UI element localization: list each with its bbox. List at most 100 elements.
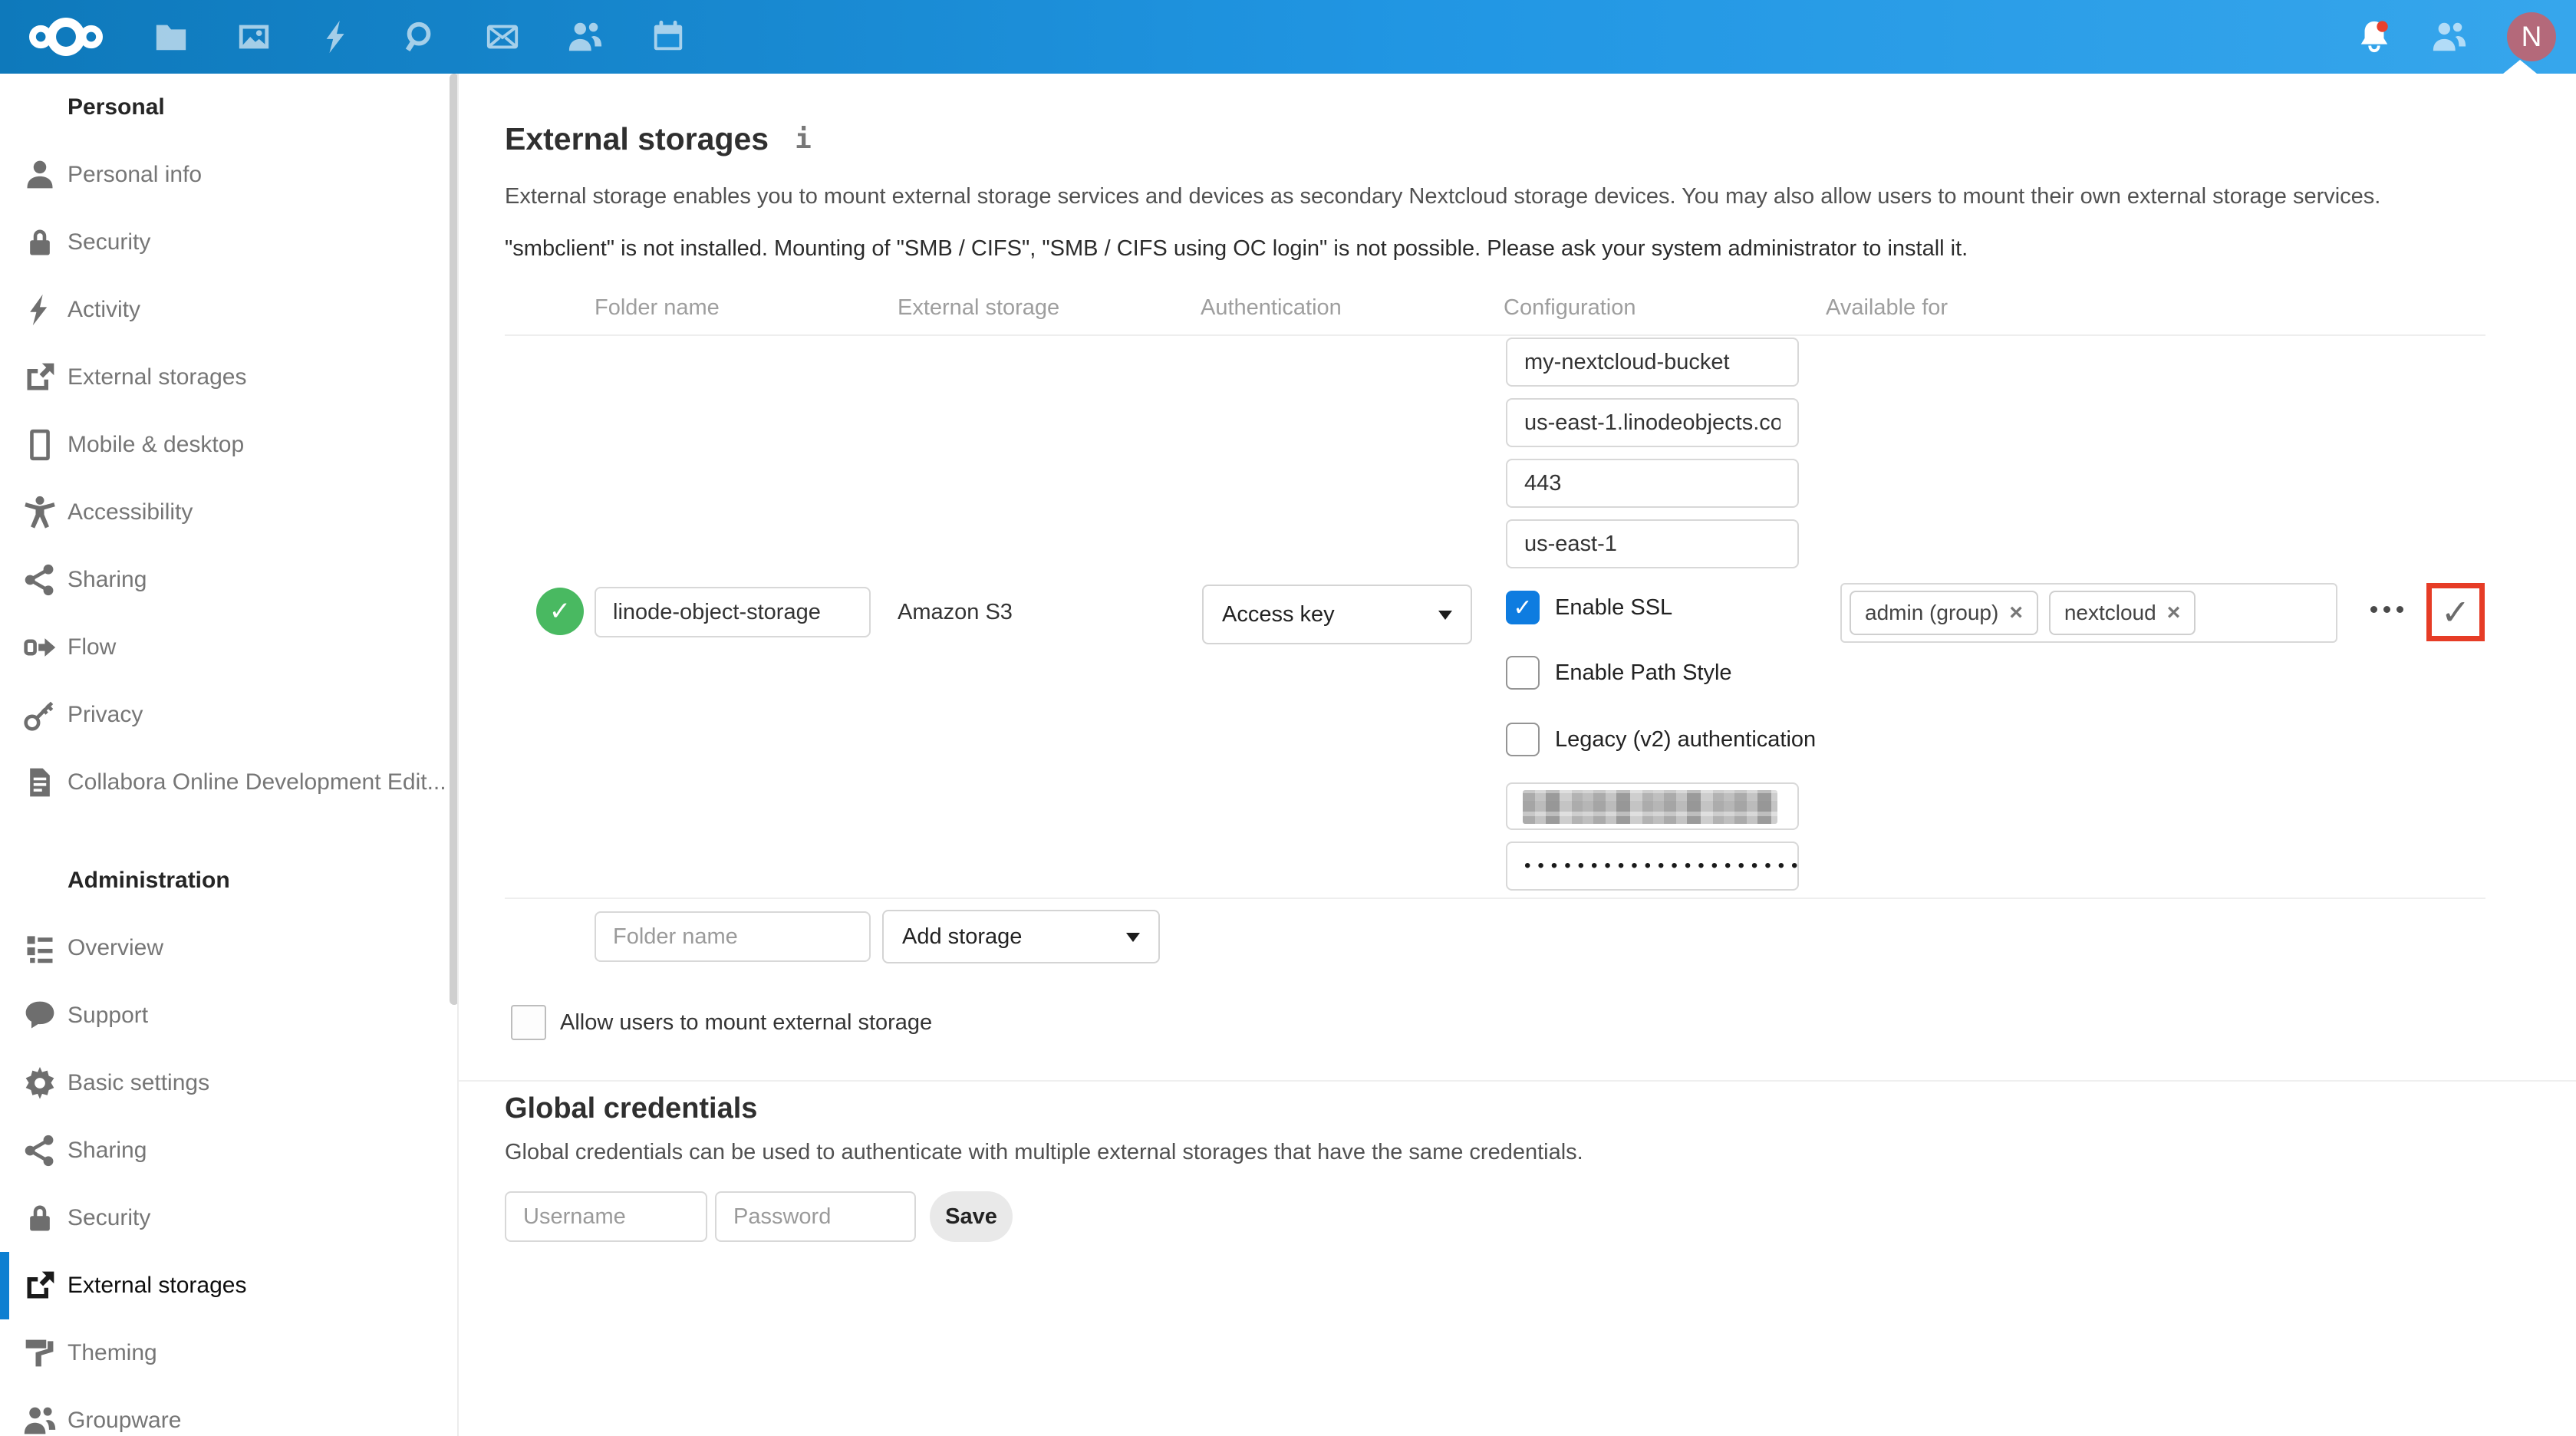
- sidebar-item-label: External storages: [68, 364, 246, 390]
- row-divider: [505, 898, 2485, 899]
- checkbox-row-enable-path-style[interactable]: Enable Path Style: [1506, 656, 1732, 690]
- hostname-input[interactable]: [1506, 398, 1799, 447]
- save-button[interactable]: Save: [930, 1191, 1013, 1242]
- available-for-chip: admin (group)×: [1850, 591, 2038, 635]
- external-storage-type: Amazon S3: [898, 600, 1013, 625]
- legacy-v2-authentication-checkbox[interactable]: [1506, 723, 1540, 756]
- sidebar-divider: [457, 74, 459, 1436]
- sidebar-item-theming[interactable]: Theming: [0, 1319, 459, 1387]
- app-icons: [153, 0, 686, 74]
- notifications-bell-icon[interactable]: [2357, 19, 2392, 54]
- sidebar-item-privacy[interactable]: Privacy: [0, 681, 459, 749]
- folder-app-icon[interactable]: [153, 19, 189, 54]
- sidebar-item-label: Security: [68, 229, 150, 255]
- column-header: Configuration: [1504, 295, 1636, 321]
- nextcloud-logo[interactable]: [29, 12, 103, 61]
- sidebar-item-mobile-desktop[interactable]: Mobile & desktop: [0, 411, 459, 479]
- sidebar-item-sharing[interactable]: Sharing: [0, 1117, 459, 1184]
- checkbox-label: Enable Path Style: [1555, 660, 1732, 686]
- gear-icon: [23, 1066, 57, 1100]
- contacts-app-icon[interactable]: [568, 19, 603, 54]
- sidebar-item-label: Privacy: [68, 702, 143, 728]
- global-credentials-title: Global credentials: [505, 1092, 757, 1125]
- sidebar-item-external-storages[interactable]: External storages: [0, 1252, 459, 1319]
- checkbox-row-enable-ssl[interactable]: ✓ Enable SSL: [1506, 591, 1672, 624]
- checkbox-label: Legacy (v2) authentication: [1555, 727, 1816, 753]
- enable-ssl-checkbox[interactable]: ✓: [1506, 591, 1540, 624]
- page-title-text: External storages: [505, 121, 769, 156]
- sidebar-item-security[interactable]: Security: [0, 209, 459, 276]
- chevron-down-icon: [1438, 611, 1452, 620]
- sidebar-item-sharing[interactable]: Sharing: [0, 546, 459, 614]
- sidebar-item-label: Basic settings: [68, 1070, 209, 1096]
- storage-status-success-icon: ✓: [536, 588, 584, 635]
- remove-chip-icon[interactable]: ×: [2167, 600, 2181, 626]
- enable-path-style-checkbox[interactable]: [1506, 656, 1540, 690]
- port-input[interactable]: [1506, 459, 1799, 508]
- sidebar-item-basic-settings[interactable]: Basic settings: [0, 1049, 459, 1117]
- sidebar-item-collabora-online-development-edit[interactable]: Collabora Online Development Edit...: [0, 749, 459, 816]
- password-input[interactable]: [715, 1191, 916, 1242]
- sidebar-item-label: Overview: [68, 935, 163, 961]
- avatar[interactable]: N: [2507, 12, 2556, 61]
- sidebar-item-label: Flow: [68, 634, 116, 660]
- sidebar-item-external-storages[interactable]: External storages: [0, 344, 459, 411]
- column-header: Authentication: [1201, 295, 1342, 321]
- photos-app-icon[interactable]: [236, 19, 272, 54]
- external-icon: [23, 1269, 57, 1303]
- activity-app-icon[interactable]: [319, 19, 354, 54]
- username-input[interactable]: [505, 1191, 707, 1242]
- sidebar-nav: PersonalPersonal infoSecurityActivityExt…: [0, 74, 459, 1436]
- external-icon: [23, 361, 57, 394]
- sidebar-item-support[interactable]: Support: [0, 982, 459, 1049]
- column-header: Folder name: [595, 295, 720, 321]
- share-icon: [23, 1134, 57, 1168]
- checkbox-row-legacy-v2-authentication[interactable]: Legacy (v2) authentication: [1506, 723, 1816, 756]
- allow-users-checkbox[interactable]: [511, 1005, 546, 1040]
- sidebar-item-personal-info[interactable]: Personal info: [0, 141, 459, 209]
- mail-app-icon[interactable]: [485, 19, 520, 54]
- avatar-menu-caret: [2503, 60, 2537, 74]
- available-for-chip: nextcloud×: [2049, 591, 2196, 635]
- sidebar-item-label: Mobile & desktop: [68, 432, 244, 458]
- sidebar-item-accessibility[interactable]: Accessibility: [0, 479, 459, 546]
- folder-name-input[interactable]: [595, 587, 871, 637]
- checkbox-label: Enable SSL: [1555, 595, 1672, 621]
- calendar-app-icon[interactable]: [651, 19, 686, 54]
- row-options-icon[interactable]: [2370, 606, 2403, 613]
- sidebar-section-header: Administration: [0, 847, 459, 914]
- sidebar-item-label: Groupware: [68, 1408, 181, 1434]
- phone-icon: [23, 428, 57, 462]
- add-storage-select[interactable]: Add storage: [882, 910, 1160, 963]
- global-credentials-description: Global credentials can be used to authen…: [505, 1140, 1583, 1165]
- redacted-access-key: [1523, 790, 1777, 824]
- authentication-select[interactable]: Access key: [1202, 585, 1472, 644]
- chevron-down-icon: [1126, 933, 1140, 942]
- bucket-input[interactable]: [1506, 338, 1799, 387]
- table-header-row: Folder nameExternal storageAuthenticatio…: [0, 295, 2576, 326]
- sidebar-item-flow[interactable]: Flow: [0, 614, 459, 681]
- sidebar-item-label: Sharing: [68, 1138, 147, 1164]
- sidebar-item-overview[interactable]: Overview: [0, 914, 459, 982]
- add-storage-select-value: Add storage: [902, 924, 1022, 950]
- region-input[interactable]: [1506, 519, 1799, 568]
- save-storage-button[interactable]: ✓: [2426, 583, 2485, 641]
- secret-key-input[interactable]: ••••••••••••••••••••••••••••••: [1506, 842, 1799, 891]
- sidebar-item-label: External storages: [68, 1273, 246, 1299]
- info-icon[interactable]: i: [795, 124, 812, 155]
- new-folder-name-input[interactable]: [595, 911, 871, 962]
- sidebar-item-security[interactable]: Security: [0, 1184, 459, 1252]
- allow-users-row[interactable]: Allow users to mount external storage: [511, 1005, 932, 1040]
- access-key-input[interactable]: [1506, 782, 1799, 830]
- column-header: Available for: [1826, 295, 1948, 321]
- sidebar-item-label: Sharing: [68, 567, 147, 593]
- available-for-box[interactable]: admin (group)×nextcloud×: [1840, 583, 2337, 643]
- page-description: External storage enables you to mount ex…: [505, 184, 2380, 209]
- key-icon: [23, 698, 57, 732]
- search-app-icon[interactable]: [402, 19, 437, 54]
- allow-users-label: Allow users to mount external storage: [560, 1010, 932, 1036]
- sidebar-item-groupware[interactable]: Groupware: [0, 1387, 459, 1436]
- sidebar-item-label: Accessibility: [68, 499, 193, 525]
- remove-chip-icon[interactable]: ×: [2009, 600, 2023, 626]
- contacts-menu-icon[interactable]: [2432, 19, 2467, 54]
